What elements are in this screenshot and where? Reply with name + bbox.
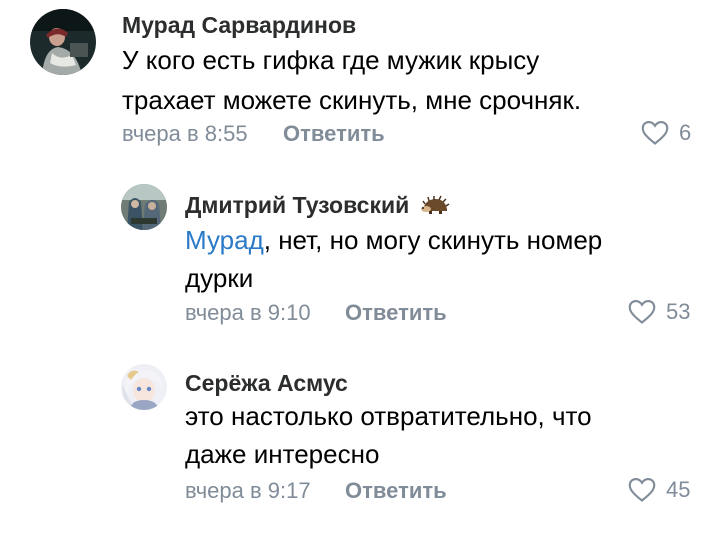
heart-icon	[641, 120, 669, 145]
comment-3: Серёжа Асмус это настолько отвратительно…	[0, 350, 720, 530]
hedgehog-icon	[420, 195, 450, 214]
comment-1: Мурад Сарвардинов У кого есть гифка где …	[0, 0, 720, 160]
heart-icon	[628, 477, 656, 502]
comment-text-line-2: дурки	[185, 263, 254, 293]
reply-button[interactable]: Ответить	[283, 121, 385, 147]
avatar[interactable]	[30, 9, 96, 75]
like-button[interactable]: 45	[628, 477, 690, 503]
comment-author-name: Дмитрий Тузовский	[185, 192, 410, 218]
comment-timestamp: вчера в 8:55	[122, 121, 248, 146]
heart-icon	[628, 299, 656, 324]
comment-author[interactable]: Мурад Сарвардинов	[122, 12, 356, 39]
reply-button[interactable]: Ответить	[345, 300, 447, 326]
like-button[interactable]: 53	[628, 299, 690, 325]
comment-text-line-2: трахает можете скинуть, мне срочняк.	[122, 85, 582, 115]
comment-text-line-2: даже интересно	[185, 439, 380, 469]
comment-author[interactable]: Серёжа Асмус	[185, 370, 348, 397]
comment-text-line-1: У кого есть гифка где мужик крысу	[122, 45, 540, 75]
like-button[interactable]: 6	[641, 120, 691, 146]
comment-author[interactable]: Дмитрий Тузовский	[185, 192, 450, 219]
like-count: 6	[679, 120, 692, 145]
comment-text-line-1: Мурад, нет, но могу скинуть номер	[185, 222, 602, 258]
mention-link[interactable]: Мурад	[185, 225, 264, 255]
avatar[interactable]	[121, 364, 167, 410]
comment-2: Дмитрий Тузовский Мурад, нет, но могу ск…	[0, 170, 720, 340]
comment-timestamp: вчера в 9:10	[185, 300, 311, 325]
reply-button[interactable]: Ответить	[345, 478, 447, 504]
like-count: 45	[666, 477, 691, 502]
avatar-image	[121, 364, 167, 410]
avatar-image	[121, 184, 167, 230]
comment-text-line-1: это настолько отвратительно, что	[185, 401, 592, 431]
comment-timestamp: вчера в 9:17	[185, 478, 311, 503]
avatar[interactable]	[121, 184, 167, 230]
comment-text-fragment: , нет, но могу скинуть номер	[263, 225, 603, 255]
avatar-image	[30, 9, 96, 75]
like-count: 53	[666, 299, 691, 324]
